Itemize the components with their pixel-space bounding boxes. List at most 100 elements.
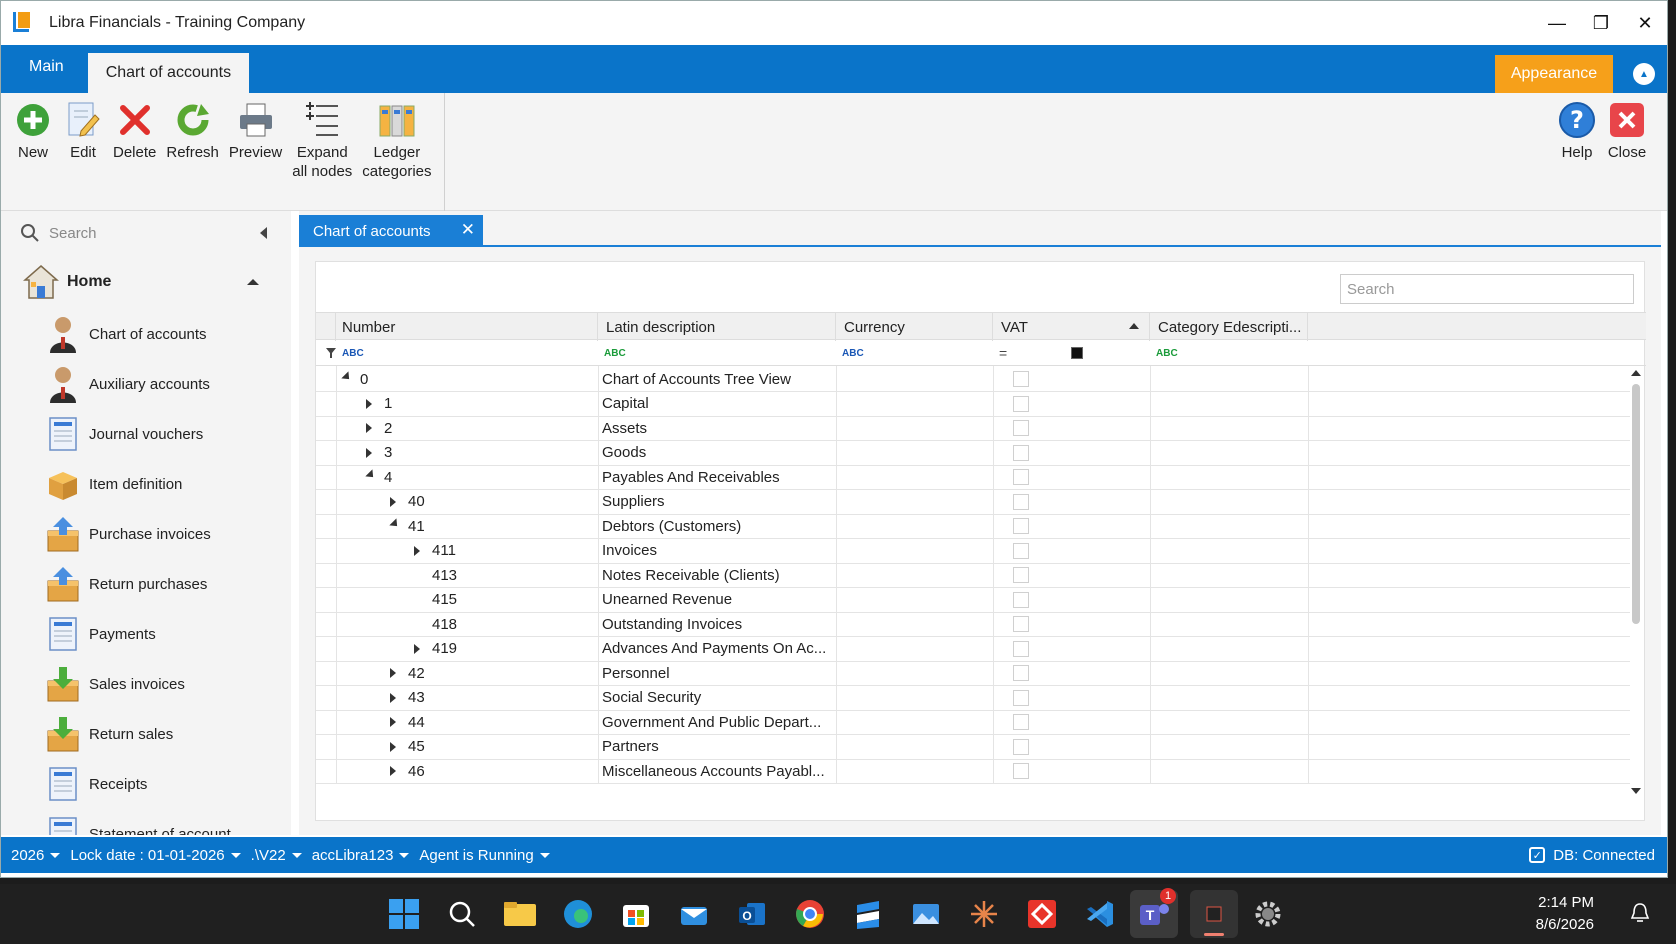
- tree-row[interactable]: 3 Goods: [316, 439, 1630, 466]
- edge-button[interactable]: [558, 894, 598, 934]
- photos-button[interactable]: [906, 894, 946, 934]
- vat-checkbox[interactable]: [1013, 591, 1029, 608]
- tree-row[interactable]: 46 Miscellaneous Accounts Payabl...: [316, 758, 1630, 784]
- sidebar-item-auxiliary-accounts[interactable]: Auxiliary accounts: [1, 359, 291, 409]
- number-filter-cell[interactable]: ABC: [336, 340, 364, 366]
- window-close-button[interactable]: ✕: [1623, 1, 1667, 45]
- collapse-ribbon-icon[interactable]: ▲: [1633, 63, 1655, 85]
- expand-node-icon[interactable]: [414, 643, 420, 654]
- tree-row[interactable]: 415 Unearned Revenue: [316, 586, 1630, 613]
- vat-checkbox[interactable]: [1013, 395, 1029, 412]
- scrollbar-thumb[interactable]: [1632, 384, 1640, 624]
- collapse-home-icon[interactable]: [247, 279, 259, 285]
- tree-row[interactable]: 1 Capital: [316, 390, 1630, 417]
- vat-checkbox[interactable]: [1013, 763, 1029, 779]
- minimize-button[interactable]: —: [1535, 1, 1579, 45]
- tree-row[interactable]: 419 Advances And Payments On Ac...: [316, 635, 1630, 662]
- collapse-node-icon[interactable]: [365, 469, 377, 481]
- expand-node-icon[interactable]: [390, 496, 396, 507]
- sidebar-item-sales-invoices[interactable]: Sales invoices: [1, 659, 291, 709]
- notification-bell-icon[interactable]: [1630, 902, 1650, 929]
- tree-row[interactable]: 413 Notes Receivable (Clients): [316, 562, 1630, 588]
- vat-checkbox[interactable]: [1013, 493, 1029, 510]
- currency-filter-cell[interactable]: ABC: [836, 340, 864, 366]
- vat-checkbox[interactable]: [1013, 542, 1029, 559]
- help-button[interactable]: ? Help: [1557, 93, 1597, 162]
- vat-checkbox[interactable]: [1013, 714, 1029, 730]
- expand-node-icon[interactable]: [390, 692, 396, 703]
- outlook-button[interactable]: O: [732, 894, 772, 934]
- new-button[interactable]: New: [13, 93, 53, 211]
- sidebar-home[interactable]: Home: [1, 255, 291, 309]
- expand-node-icon[interactable]: [414, 545, 420, 556]
- mail-app-button[interactable]: [674, 894, 714, 934]
- expand-node-icon[interactable]: [390, 717, 396, 727]
- restore-button[interactable]: ❐: [1579, 1, 1623, 45]
- ledger-categories-button[interactable]: Ledger categories: [362, 93, 432, 211]
- vat-checkbox[interactable]: [1013, 469, 1029, 485]
- taskbar-clock[interactable]: 2:14 PM 8/6/2026: [1536, 892, 1594, 936]
- anydesk-button[interactable]: [1022, 894, 1062, 934]
- vat-checkbox[interactable]: [1013, 567, 1029, 583]
- vat-checkbox[interactable]: [1013, 420, 1029, 436]
- expand-node-icon[interactable]: [366, 447, 372, 458]
- expand-node-icon[interactable]: [366, 423, 372, 433]
- settings-button[interactable]: [1248, 894, 1288, 934]
- sidebar-item-statement-of-account[interactable]: Statement of account: [1, 809, 291, 835]
- appearance-button[interactable]: Appearance: [1495, 55, 1613, 93]
- expand-node-icon[interactable]: [390, 741, 396, 752]
- column-header-currency[interactable]: Currency: [836, 313, 993, 341]
- vat-checkbox[interactable]: [1013, 665, 1029, 681]
- sidebar-item-purchase-invoices[interactable]: Purchase invoices: [1, 509, 291, 559]
- category-filter-cell[interactable]: ABC: [1150, 340, 1178, 366]
- sidebar-item-payments[interactable]: Payments: [1, 609, 291, 659]
- sidebar-item-return-sales[interactable]: Return sales: [1, 709, 291, 759]
- vat-checkbox[interactable]: [1013, 689, 1029, 706]
- vat-checkbox[interactable]: [1013, 444, 1029, 461]
- store-button[interactable]: [616, 894, 656, 934]
- vat-checkbox[interactable]: [1013, 738, 1029, 755]
- tree-row[interactable]: 45 Partners: [316, 733, 1630, 760]
- vertical-scrollbar[interactable]: [1630, 366, 1642, 798]
- sidebar-item-chart-of-accounts[interactable]: Chart of accounts: [1, 309, 291, 359]
- tree-row[interactable]: 43 Social Security: [316, 684, 1630, 711]
- column-header-latin-description[interactable]: Latin description: [598, 313, 836, 341]
- teams-button[interactable]: T 1: [1130, 888, 1178, 938]
- tree-row[interactable]: 4 Payables And Receivables: [316, 464, 1630, 490]
- vat-checkbox[interactable]: [1013, 518, 1029, 534]
- scroll-down-icon[interactable]: [1631, 788, 1641, 794]
- tree-row[interactable]: 44 Government And Public Depart...: [316, 709, 1630, 735]
- app-button-2[interactable]: [964, 894, 1004, 934]
- vat-filter-cell[interactable]: =: [993, 340, 1083, 366]
- edit-button[interactable]: Edit: [63, 93, 103, 211]
- tree-row[interactable]: 42 Personnel: [316, 660, 1630, 686]
- sidebar-item-receipts[interactable]: Receipts: [1, 759, 291, 809]
- chrome-button[interactable]: [790, 894, 830, 934]
- collapse-node-icon[interactable]: [341, 371, 353, 383]
- collapse-node-icon[interactable]: [389, 518, 401, 530]
- expand-node-icon[interactable]: [366, 398, 372, 409]
- column-header-number[interactable]: Number: [336, 313, 598, 341]
- column-header-vat[interactable]: VAT: [993, 313, 1150, 341]
- vscode-button[interactable]: [1080, 894, 1120, 934]
- refresh-button[interactable]: Refresh: [166, 93, 219, 211]
- delete-button[interactable]: Delete: [113, 93, 156, 211]
- database-dropdown[interactable]: accLibra123: [312, 847, 410, 864]
- scroll-up-icon[interactable]: [1631, 370, 1641, 376]
- expand-all-nodes-button[interactable]: Expand all nodes: [292, 93, 352, 211]
- file-explorer-button[interactable]: [500, 894, 540, 934]
- column-header-category[interactable]: Category Edescripti...: [1150, 313, 1308, 341]
- agent-dropdown[interactable]: Agent is Running: [419, 847, 550, 864]
- taskbar-search-button[interactable]: [442, 894, 482, 934]
- tree-row[interactable]: 0 Chart of Accounts Tree View: [316, 366, 1630, 392]
- document-tab-chart-of-accounts[interactable]: Chart of accounts ✕: [299, 215, 483, 247]
- year-dropdown[interactable]: 2026: [11, 847, 61, 864]
- tree-row[interactable]: 40 Suppliers: [316, 488, 1630, 515]
- server-dropdown[interactable]: .\V22: [251, 847, 302, 864]
- vat-filter-checkbox[interactable]: [1071, 347, 1083, 359]
- tab-chart-of-accounts[interactable]: Chart of accounts: [87, 53, 250, 93]
- libra-app-button[interactable]: [1190, 890, 1238, 938]
- sidebar-search[interactable]: Search: [1, 211, 291, 255]
- expand-node-icon[interactable]: [390, 668, 396, 678]
- close-tab-icon[interactable]: ✕: [461, 220, 475, 240]
